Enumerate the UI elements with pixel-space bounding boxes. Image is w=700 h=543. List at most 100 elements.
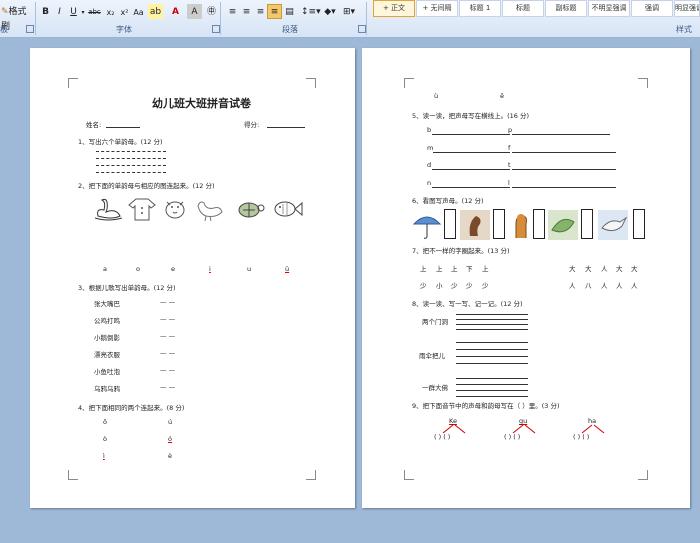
write-line	[512, 187, 616, 188]
char: 大	[585, 265, 592, 273]
answer-dashes	[96, 158, 166, 159]
write-line	[432, 169, 510, 170]
write-line	[432, 187, 510, 188]
separator	[220, 2, 221, 35]
char-shading-button[interactable]: A	[187, 4, 202, 19]
strikethrough-button[interactable]: abc	[87, 4, 102, 19]
answer-box[interactable]	[633, 209, 645, 239]
syllable-parens: ( ) ( )	[504, 433, 521, 441]
style-intense-emphasis[interactable]: 明显强调	[674, 0, 700, 17]
superscript-button[interactable]: x²	[117, 4, 132, 19]
syllable-parens: ( ) ( )	[573, 433, 590, 441]
answer-dashes	[96, 165, 166, 166]
clipboard-launcher[interactable]	[26, 25, 34, 33]
char: 大	[569, 265, 576, 273]
top-letter: ù	[434, 92, 439, 100]
answer-dashes	[96, 172, 166, 173]
style-no-spacing[interactable]: + 无间隔	[416, 0, 458, 17]
question-8: 8、读一读、写一写、记一记。(12 分)	[412, 300, 523, 308]
align-right-button[interactable]: ≡	[253, 4, 268, 19]
align-left-button[interactable]: ≡	[225, 4, 240, 19]
write-line	[456, 390, 528, 391]
bold-button[interactable]: B	[38, 4, 53, 19]
char: 少	[482, 282, 489, 290]
char: 上	[482, 265, 489, 273]
underline-dropdown[interactable]: ▾	[80, 4, 86, 19]
rhyme-blank: — —	[160, 366, 176, 374]
font-color-button[interactable]: A	[168, 4, 183, 19]
question-7: 7、把不一样的字圈起来。(13 分)	[412, 247, 510, 255]
justify-button[interactable]: ≡	[267, 4, 282, 19]
style-subtle-emphasis[interactable]: 不明显强调	[588, 0, 630, 17]
rhyme-line: 小鹅倒影	[94, 334, 120, 342]
char: 少	[451, 282, 458, 290]
justify-icon: ≡	[270, 7, 279, 17]
rhyme-blank: — —	[160, 298, 176, 306]
answer-box[interactable]	[444, 209, 456, 239]
page-2[interactable]: ù ē 5、读一读，把声母写在横线上。(16 分) b p m f d t n …	[362, 48, 690, 508]
umbrella-picture	[412, 216, 442, 239]
phrase: 一群大佛	[422, 384, 448, 392]
style-emphasis[interactable]: 强调	[631, 0, 673, 17]
question-1: 1、写出六个单韵母。(12 分)	[78, 138, 163, 146]
char: 上	[451, 265, 458, 273]
distributed-icon: ▤	[285, 7, 294, 17]
align-center-button[interactable]: ≡	[239, 4, 254, 19]
separator	[35, 2, 36, 35]
question-2: 2、把下面的单韵母与相应的图连起来。(12 分)	[78, 182, 215, 190]
initial-right: l	[508, 179, 510, 187]
subscript-button[interactable]: x₂	[103, 4, 118, 19]
write-line	[456, 342, 528, 343]
highlight-button[interactable]: ab	[148, 4, 163, 19]
question-5: 5、读一读，把声母写在横线上。(16 分)	[412, 112, 530, 120]
style-subtitle[interactable]: 副标题	[545, 0, 587, 17]
shading-button[interactable]: ◆▾	[322, 4, 338, 19]
rhyme-line: 漂亮衣服	[94, 351, 120, 359]
distributed-button[interactable]: ▤	[282, 4, 297, 19]
coat-picture	[128, 198, 156, 221]
font-launcher[interactable]	[212, 25, 220, 33]
line-spacing-button[interactable]: ↕≡▾	[300, 4, 321, 19]
brush-icon: ✎	[1, 7, 9, 17]
paragraph-launcher[interactable]	[358, 25, 366, 33]
score-label: 得分:	[244, 121, 260, 129]
format-painter-button[interactable]: ✎格式刷	[0, 4, 30, 32]
char: 大	[631, 265, 638, 273]
rhyme-line: 乌鸦乌鸦	[94, 385, 120, 393]
style-heading-1[interactable]: 标题 1	[459, 0, 501, 17]
write-line	[432, 134, 510, 135]
enclose-char-button[interactable]: ㊥	[204, 4, 219, 19]
underline-button[interactable]: U	[66, 4, 81, 19]
clipboard-group-label: 板	[0, 25, 8, 34]
char: 大	[616, 265, 623, 273]
rhyme-blank: — —	[160, 383, 176, 391]
match-left: ò	[103, 435, 107, 443]
borders-button[interactable]: ⊞▾	[340, 4, 358, 19]
question-6: 6、看图写声母。(12 分)	[412, 197, 484, 205]
char: 上	[420, 265, 427, 273]
answer-box[interactable]	[493, 209, 505, 239]
char: 人	[631, 282, 638, 290]
char: 人	[616, 282, 623, 290]
question-3: 3、根据儿歌写出单韵母。(12 分)	[78, 284, 176, 292]
write-line	[456, 356, 528, 357]
rhyme-blank: — —	[160, 349, 176, 357]
answer-box[interactable]	[581, 209, 593, 239]
turtle-picture	[238, 202, 265, 218]
char: 人	[569, 282, 576, 290]
initial-left: b	[427, 126, 432, 134]
italic-button[interactable]: I	[52, 4, 67, 19]
rhyme-blank: — —	[160, 315, 176, 323]
answer-box[interactable]	[533, 209, 545, 239]
name-blank	[106, 127, 140, 128]
ribbon: ✎格式刷 板 B I U ▾ abc x₂ x² Aa ab A A ㊥ 字体 …	[0, 0, 700, 38]
style-title[interactable]: 标题	[502, 0, 544, 17]
initial-right: t	[508, 161, 511, 169]
style-normal[interactable]: + 正文	[373, 0, 415, 17]
page-1[interactable]: 幼儿班大班拼音试卷 姓名: 得分: 1、写出六个单韵母。(12 分) 2、把下面…	[30, 48, 355, 508]
crop-mark	[404, 78, 414, 88]
write-line	[512, 169, 616, 170]
char: 少	[466, 282, 473, 290]
change-case-button[interactable]: Aa	[131, 4, 146, 19]
vowel-u: u	[247, 265, 252, 273]
